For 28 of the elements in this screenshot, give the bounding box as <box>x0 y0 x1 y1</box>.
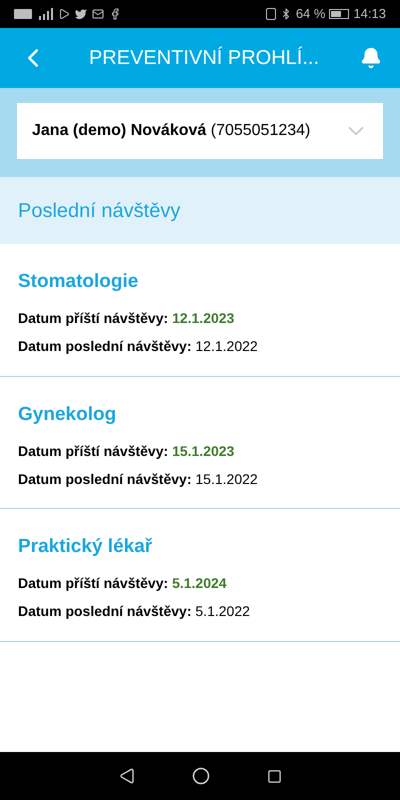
section-title: Poslední návštěvy <box>18 198 180 224</box>
signal-icon <box>37 8 53 20</box>
patient-dropdown[interactable]: Jana (demo) Nováková (7055051234) <box>17 103 383 159</box>
visit-title: Gynekolog <box>18 402 118 426</box>
visit-title: Praktický lékař <box>18 535 154 559</box>
notifications-button[interactable] <box>360 47 382 69</box>
back-icon <box>118 768 134 784</box>
twitter-icon <box>75 8 87 20</box>
visit-date-text: Datum poslední návštěvy: 15.1.2022 <box>18 470 259 489</box>
clock: 14:13 <box>353 5 386 24</box>
home-button[interactable] <box>192 767 210 785</box>
visit-date-text: Datum příští návštěvy: 15.1.2023 <box>18 442 236 461</box>
home-icon <box>192 767 210 785</box>
battery-icon <box>329 9 350 19</box>
visit-date-text: Datum poslední návštěvy: 5.1.2022 <box>18 602 251 621</box>
visit-date-text: Datum příští návštěvy: 5.1.2024 <box>18 574 228 593</box>
play-icon <box>58 8 70 20</box>
back-nav-button[interactable] <box>118 768 134 784</box>
battery-percent: 64 % <box>296 5 326 24</box>
mail-icon <box>92 8 104 20</box>
square-icon <box>266 768 282 784</box>
visit-title: Stomatologie <box>18 270 140 294</box>
visit-date-text: Datum příští návštěvy: 12.1.2023 <box>18 309 236 328</box>
bell-icon <box>360 47 382 69</box>
facebook-icon <box>109 8 121 20</box>
recents-button[interactable] <box>266 768 282 784</box>
header-title: PREVENTIVNÍ PROHLÍ... <box>88 46 320 71</box>
visit-date-text: Datum poslední návštěvy: 12.1.2022 <box>18 337 259 356</box>
